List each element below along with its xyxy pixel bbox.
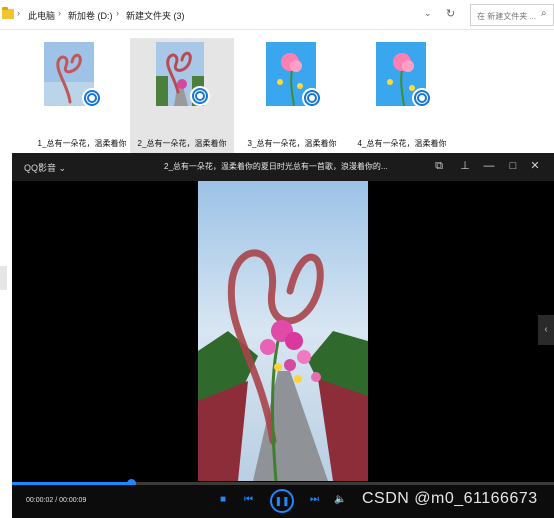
chevron-right-icon: ›: [58, 8, 61, 18]
pause-button[interactable]: ❚❚: [270, 489, 294, 513]
file-name: 1_总有一朵花，温柔着你: [37, 139, 127, 148]
file-tile-3[interactable]: 3_总有一朵花，温柔着你: [240, 38, 344, 154]
chevron-right-icon: ›: [116, 8, 119, 18]
volume-icon[interactable]: 🔈: [334, 494, 346, 506]
next-icon[interactable]: ⏭: [310, 494, 319, 506]
time-display: 00:00:02 / 00:00:09: [26, 497, 87, 504]
qqplayer-badge-icon: [82, 88, 102, 108]
pause-icon: ❚❚: [274, 496, 290, 506]
file-list: 1_总有一朵花，温柔着你 2_总有一朵花，温柔着你 3_总有一朵花，温柔着你 4…: [0, 30, 554, 154]
video-title: 2_总有一朵花，温柔着你的夏日时光总有一首歌，浪漫着你的...: [164, 162, 388, 171]
qqplayer-badge-icon: [190, 86, 210, 106]
chevron-right-icon: ›: [17, 8, 20, 18]
address-bar: › 此电脑 › 新加卷 (D:) › 新建文件夹 (3) ⌄ ↻ 在 新建文件夹…: [0, 0, 554, 30]
frame-icon[interactable]: ⧉: [432, 158, 446, 174]
file-tile-4[interactable]: 4_总有一朵花，温柔着你: [350, 38, 454, 154]
breadcrumb-folder[interactable]: 新建文件夹 (3): [126, 9, 185, 22]
chevron-down-icon[interactable]: ⌄: [424, 8, 432, 19]
player-titlebar: QQ影音 ⌄ 2_总有一朵花，温柔着你的夏日时光总有一首歌，浪漫着你的... ⧉…: [12, 153, 554, 181]
csdn-watermark: CSDN @m0_61166673: [362, 490, 538, 507]
qqplayer-badge-icon: [302, 88, 322, 108]
stop-icon[interactable]: ■: [220, 494, 226, 506]
refresh-icon[interactable]: ↻: [446, 7, 455, 20]
file-name: 2_总有一朵花，温柔着你: [137, 139, 227, 148]
search-box[interactable]: 在 新建文件夹 ... ⌕: [470, 4, 554, 26]
minimize-icon[interactable]: —: [482, 158, 496, 174]
breadcrumb-drive-d[interactable]: 新加卷 (D:): [68, 9, 113, 22]
control-bar: 00:00:02 / 00:00:09 ■ ⏮ ❚❚ ⏭ 🔈 CSDN @m0_…: [12, 485, 554, 518]
file-tile-2[interactable]: 2_总有一朵花，温柔着你: [130, 38, 234, 154]
search-icon[interactable]: ⌕: [541, 8, 547, 19]
pin-icon[interactable]: ⊥: [458, 158, 472, 174]
prev-icon[interactable]: ⏮: [244, 494, 253, 506]
video-player-window: QQ影音 ⌄ 2_总有一朵花，温柔着你的夏日时光总有一首歌，浪漫着你的... ⧉…: [12, 153, 554, 518]
file-tile-1[interactable]: 1_总有一朵花，温柔着你: [30, 38, 134, 154]
desktop-screen: › 此电脑 › 新加卷 (D:) › 新建文件夹 (3) ⌄ ↻ 在 新建文件夹…: [0, 0, 554, 518]
qqplayer-badge-icon: [412, 88, 432, 108]
file-name: 3_总有一朵花，温柔着你: [247, 139, 337, 148]
chevron-left-icon[interactable]: ‹: [538, 315, 554, 345]
search-input[interactable]: 在 新建文件夹 ...: [477, 11, 536, 22]
file-name: 4_总有一朵花，温柔着你: [357, 139, 447, 148]
maximize-icon[interactable]: □: [506, 158, 520, 174]
video-frame[interactable]: [198, 181, 368, 481]
close-icon[interactable]: ✕: [528, 158, 542, 174]
player-menu-button[interactable]: QQ影音 ⌄: [24, 161, 66, 174]
breadcrumb-this-pc[interactable]: 此电脑: [28, 9, 55, 22]
folder-icon: [2, 7, 14, 19]
side-panel-handle[interactable]: [0, 266, 7, 290]
